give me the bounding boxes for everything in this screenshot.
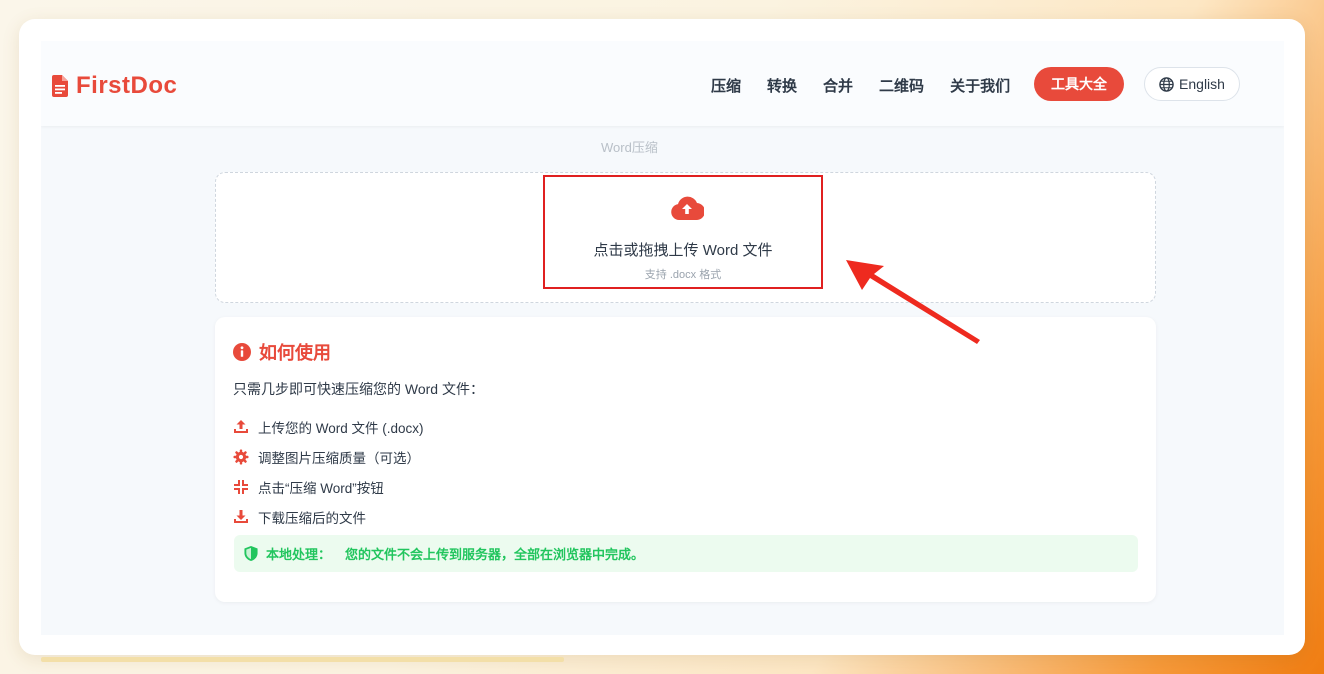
nav-links: 压缩 转换 合并 二维码 关于我们 xyxy=(711,75,1036,96)
nav-link-about[interactable]: 关于我们 xyxy=(950,75,1010,96)
upload-highlight-box[interactable]: 点击或拖拽上传 Word 文件 支持 .docx 格式 xyxy=(543,175,823,289)
cloud-upload-icon xyxy=(671,196,704,221)
notice-message: 您的文件不会上传到服务器，全部在浏览器中完成。 xyxy=(345,547,645,562)
step-item: 上传您的 Word 文件 (.docx) xyxy=(233,412,424,442)
upload-title: 点击或拖拽上传 Word 文件 xyxy=(593,242,773,259)
compress-icon xyxy=(234,480,248,494)
nav-link-qrcode[interactable]: 二维码 xyxy=(879,75,924,96)
shield-icon xyxy=(244,546,258,561)
upload-icon xyxy=(234,420,248,433)
page-subtitle: Word压缩 xyxy=(601,140,658,155)
notice-label: 本地处理： xyxy=(266,547,332,562)
how-to-title: 如何使用 xyxy=(259,343,331,363)
step-text: 下载压缩后的文件 xyxy=(258,511,366,526)
step-text: 点击“压缩 Word”按钮 xyxy=(258,481,384,496)
nav-link-compress[interactable]: 压缩 xyxy=(711,75,741,96)
download-icon xyxy=(234,510,248,523)
upload-dropzone[interactable]: 点击或拖拽上传 Word 文件 支持 .docx 格式 xyxy=(215,172,1156,303)
page-viewport: FirstDoc 压缩 转换 合并 二维码 关于我们 工具大全 English xyxy=(41,41,1284,635)
upload-hint: 支持 .docx 格式 xyxy=(644,269,722,281)
brand-name: FirstDoc xyxy=(76,72,178,99)
how-to-intro: 只需几步即可快速压缩您的 Word 文件： xyxy=(233,381,484,397)
document-icon xyxy=(52,75,68,97)
annotation-arrow-icon xyxy=(846,260,980,344)
how-to-steps: 上传您的 Word 文件 (.docx) 调整图片压缩质量（可选） 点击“压缩 … xyxy=(233,412,424,532)
browser-frame: FirstDoc 压缩 转换 合并 二维码 关于我们 工具大全 English xyxy=(19,19,1305,655)
tools-button[interactable]: 工具大全 xyxy=(1034,67,1124,101)
step-item: 点击“压缩 Word”按钮 xyxy=(233,472,424,502)
nav-link-convert[interactable]: 转换 xyxy=(767,75,797,96)
how-to-heading: 如何使用 xyxy=(233,339,331,365)
info-icon xyxy=(233,343,251,361)
bottom-scroll-indicator xyxy=(41,657,564,662)
step-item: 调整图片压缩质量（可选） xyxy=(233,442,424,472)
how-to-card: 如何使用 只需几步即可快速压缩您的 Word 文件： 上传您的 Word 文件 … xyxy=(215,317,1156,602)
step-item: 下载压缩后的文件 xyxy=(233,502,424,532)
gear-icon xyxy=(233,449,249,465)
step-text: 调整图片压缩质量（可选） xyxy=(258,451,420,466)
brand-logo[interactable]: FirstDoc xyxy=(52,72,177,100)
nav-link-merge[interactable]: 合并 xyxy=(823,75,853,96)
local-processing-notice: 本地处理： 您的文件不会上传到服务器，全部在浏览器中完成。 xyxy=(234,535,1138,572)
top-navbar: FirstDoc 压缩 转换 合并 二维码 关于我们 工具大全 English xyxy=(41,41,1284,126)
language-label: English xyxy=(1179,76,1225,92)
globe-icon xyxy=(1159,76,1174,92)
language-button[interactable]: English xyxy=(1144,67,1240,101)
step-text: 上传您的 Word 文件 (.docx) xyxy=(258,421,424,436)
